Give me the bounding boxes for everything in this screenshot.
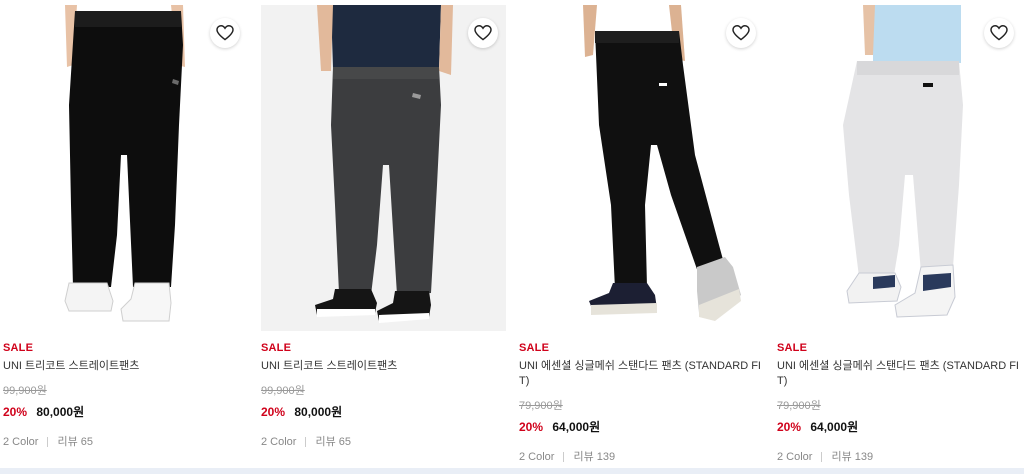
meta-divider <box>47 437 49 447</box>
price-row: 20% 64,000원 <box>519 420 761 434</box>
sale-badge: SALE <box>777 342 808 354</box>
wishlist-button[interactable] <box>210 18 240 48</box>
product-card[interactable]: SALE UNI 트리코트 스트레이트팬츠 99,900원 20% 80,000… <box>0 0 248 474</box>
meta-divider <box>305 437 307 447</box>
meta-divider <box>563 452 565 462</box>
discount-rate: 20% <box>519 420 544 434</box>
discount-rate: 20% <box>3 405 28 419</box>
review-count: 리뷰 65 <box>315 436 352 448</box>
product-image[interactable] <box>777 5 1022 331</box>
product-info: SALE UNI 트리코트 스트레이트팬츠 99,900원 20% 80,000… <box>261 340 503 449</box>
wishlist-button[interactable] <box>984 18 1014 48</box>
product-card[interactable]: SALE UNI 에센셜 싱글메쉬 스탠다드 팬츠 (STANDARD FIT)… <box>516 0 764 474</box>
product-grid: SALE UNI 트리코트 스트레이트팬츠 99,900원 20% 80,000… <box>0 0 1024 474</box>
color-count: 2 Color <box>3 436 39 448</box>
review-count: 리뷰 65 <box>57 436 94 448</box>
product-image[interactable] <box>261 5 506 331</box>
wishlist-button[interactable] <box>468 18 498 48</box>
product-card[interactable]: SALE UNI 에센셜 싱글메쉬 스탠다드 팬츠 (STANDARD FIT)… <box>774 0 1022 474</box>
wishlist-button[interactable] <box>726 18 756 48</box>
heart-outline-icon <box>990 25 1008 41</box>
bottom-divider <box>0 468 1024 474</box>
product-name[interactable]: UNI 에센셜 싱글메쉬 스탠다드 팬츠 (STANDARD FIT) <box>519 359 761 389</box>
sale-badge: SALE <box>519 342 550 354</box>
price-row: 20% 64,000원 <box>777 420 1019 434</box>
original-price: 79,900원 <box>777 400 821 412</box>
sale-price: 64,000원 <box>810 420 859 434</box>
product-card[interactable]: SALE UNI 트리코트 스트레이트팬츠 99,900원 20% 80,000… <box>258 0 506 474</box>
color-count: 2 Color <box>777 451 813 463</box>
sale-price: 80,000원 <box>294 405 343 419</box>
original-price: 79,900원 <box>519 400 563 412</box>
product-name[interactable]: UNI 트리코트 스트레이트팬츠 <box>3 359 245 374</box>
original-price: 99,900원 <box>261 385 305 397</box>
discount-rate: 20% <box>777 420 802 434</box>
sale-price: 80,000원 <box>36 405 85 419</box>
review-count: 리뷰 139 <box>573 451 616 463</box>
product-info: SALE UNI 에센셜 싱글메쉬 스탠다드 팬츠 (STANDARD FIT)… <box>519 340 761 464</box>
heart-outline-icon <box>732 25 750 41</box>
product-name[interactable]: UNI 트리코트 스트레이트팬츠 <box>261 359 503 374</box>
sale-badge: SALE <box>3 342 34 354</box>
color-count: 2 Color <box>519 451 555 463</box>
discount-rate: 20% <box>261 405 286 419</box>
product-meta: 2 Color 리뷰 65 <box>3 435 245 449</box>
product-meta: 2 Color 리뷰 139 <box>519 450 761 464</box>
review-count: 리뷰 139 <box>831 451 874 463</box>
product-info: SALE UNI 에센셜 싱글메쉬 스탠다드 팬츠 (STANDARD FIT)… <box>777 340 1019 464</box>
product-image[interactable] <box>519 5 764 331</box>
meta-divider <box>821 452 823 462</box>
price-row: 20% 80,000원 <box>261 405 503 419</box>
product-name[interactable]: UNI 에센셜 싱글메쉬 스탠다드 팬츠 (STANDARD FIT) <box>777 359 1019 389</box>
sale-badge: SALE <box>261 342 292 354</box>
color-count: 2 Color <box>261 436 297 448</box>
price-row: 20% 80,000원 <box>3 405 245 419</box>
product-meta: 2 Color 리뷰 139 <box>777 450 1019 464</box>
product-meta: 2 Color 리뷰 65 <box>261 435 503 449</box>
heart-outline-icon <box>474 25 492 41</box>
product-image[interactable] <box>3 5 248 331</box>
sale-price: 64,000원 <box>552 420 601 434</box>
original-price: 99,900원 <box>3 385 47 397</box>
heart-outline-icon <box>216 25 234 41</box>
product-info: SALE UNI 트리코트 스트레이트팬츠 99,900원 20% 80,000… <box>3 340 245 449</box>
